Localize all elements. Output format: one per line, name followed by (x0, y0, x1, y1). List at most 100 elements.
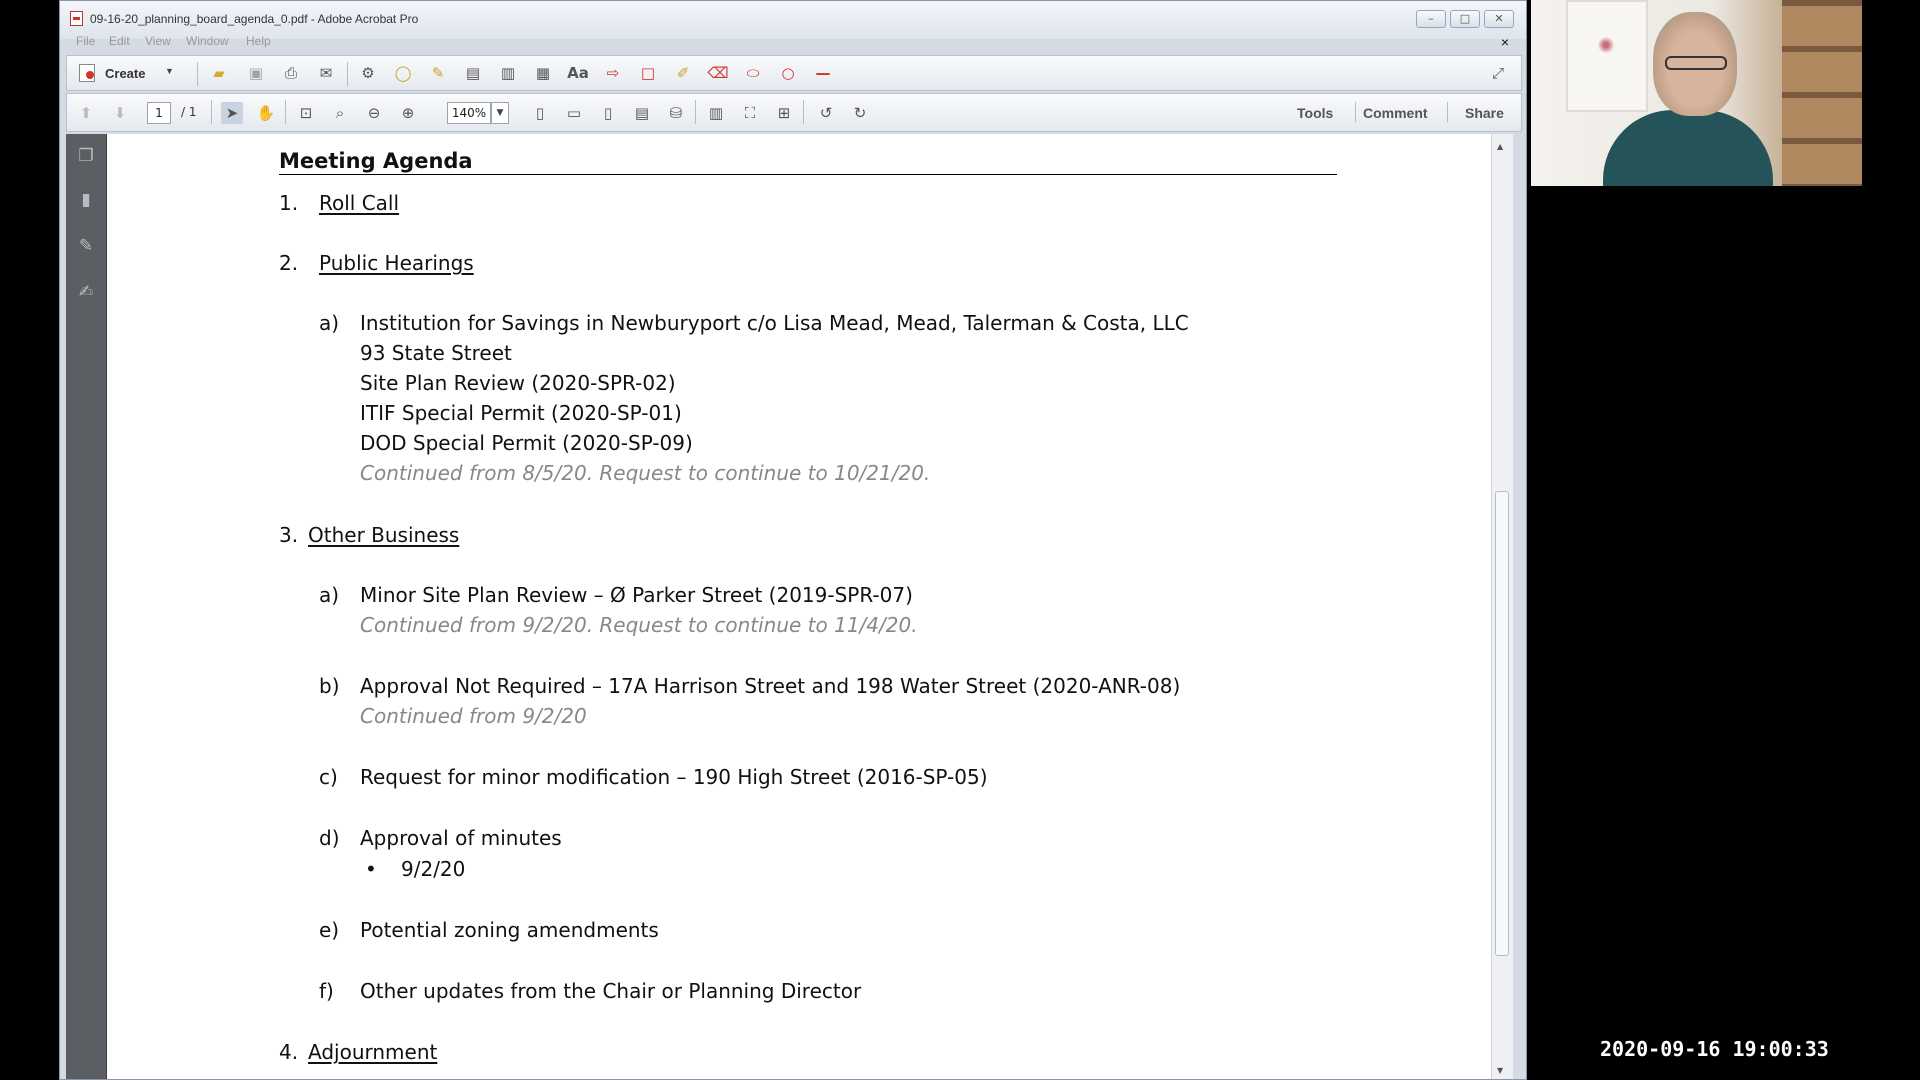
fit-page-icon[interactable]: ▭ (563, 102, 585, 124)
item-number: 2. (279, 251, 299, 275)
tools-link[interactable]: Tools (1297, 105, 1333, 121)
continuation-note: Continued from 8/5/20. Request to contin… (360, 461, 931, 485)
navigation-toolbar: ⬆ ⬇ 1 / 1 ➤ ✋ ⊡ ⌕ ⊖ ⊕ 140% ▼ ▯ ▭ ▯ ▤ ⛁ ▥… (66, 93, 1522, 132)
menu-help[interactable]: Help (246, 34, 271, 48)
create-label: Create (105, 66, 146, 81)
toolbar-divider (211, 100, 212, 124)
fit-width-icon[interactable]: ▯ (597, 102, 619, 124)
glasses (1665, 56, 1727, 70)
toolbar-divider (1447, 102, 1448, 122)
line-tool-icon[interactable]: — (812, 62, 834, 84)
stamp-icon[interactable]: ▥ (497, 62, 519, 84)
rotate-clockwise-icon[interactable]: ↻ (849, 102, 871, 124)
recording-timestamp: 2020-09-16 19:00:33 (1600, 1037, 1829, 1061)
hearing-line: Site Plan Review (2020-SPR-02) (360, 371, 676, 395)
highlight-icon[interactable]: ✎ (427, 62, 449, 84)
print-icon[interactable]: ⎙ (280, 62, 302, 84)
full-screen-icon[interactable]: ⛶ (739, 102, 761, 124)
page-heading: Meeting Agenda (279, 149, 473, 173)
circle-tool-icon[interactable]: ○ (777, 62, 799, 84)
scroll-down-icon[interactable]: ▼ (1497, 1066, 1503, 1075)
business-item: Potential zoning amendments (360, 918, 659, 942)
signatures-icon[interactable]: ✍ (76, 282, 96, 302)
text-edit-icon[interactable]: Aa (567, 62, 589, 84)
business-item: Minor Site Plan Review – Ø Parker Street… (360, 583, 913, 607)
page-total: / 1 (181, 105, 197, 119)
hand-tool-icon[interactable]: ✋ (255, 102, 277, 124)
item-title-other-business: Other Business (308, 523, 460, 547)
toolbar-divider (347, 62, 348, 86)
save-icon[interactable]: ▣ (245, 62, 267, 84)
settings-gear-icon[interactable]: ⚙ (357, 62, 379, 84)
zoom-level-input[interactable]: 140% (447, 102, 491, 124)
zoom-out-icon[interactable]: ⊖ (363, 102, 385, 124)
minimize-button[interactable]: – (1416, 10, 1446, 28)
next-page-icon[interactable]: ⬇ (109, 102, 131, 124)
continuation-note: Continued from 9/2/20 (360, 704, 587, 728)
person-shoulders (1603, 110, 1773, 186)
zoom-in-icon[interactable]: ⊕ (397, 102, 419, 124)
hearing-line: ITIF Special Permit (2020-SP-01) (360, 401, 682, 425)
page-thumbnails-icon[interactable]: ❐ (76, 146, 96, 166)
sub-item-letter: a) (319, 311, 340, 335)
webcam-video (1531, 0, 1862, 186)
two-page-icon[interactable]: ⊞ (773, 102, 795, 124)
menu-edit[interactable]: Edit (109, 34, 130, 48)
acrobat-window: 09-16-20_planning_board_agenda_0.pdf - A… (59, 0, 1527, 1080)
record-audio-icon[interactable]: ▦ (532, 62, 554, 84)
business-item: Approval Not Required – 17A Harrison Str… (360, 674, 1181, 698)
fit-visible-icon[interactable]: ▤ (631, 102, 653, 124)
hearing-line: 93 State Street (360, 341, 512, 365)
close-button[interactable]: ✕ (1484, 10, 1514, 28)
attach-file-icon[interactable]: ▤ (462, 62, 484, 84)
single-page-icon[interactable]: ▥ (705, 102, 727, 124)
maximize-button[interactable]: □ (1450, 10, 1480, 28)
email-icon[interactable]: ✉ (315, 62, 337, 84)
document-close-icon[interactable]: × (1501, 34, 1509, 50)
bullet-icon: • (365, 857, 377, 881)
rectangle-tool-icon[interactable]: □ (637, 62, 659, 84)
vertical-scrollbar[interactable]: ▲ ▼ (1491, 134, 1513, 1079)
create-button[interactable]: Create ▼ (75, 62, 179, 86)
read-mode-icon[interactable]: ⛁ (665, 102, 687, 124)
chevron-down-icon: ▼ (165, 66, 174, 76)
eraser-tool-icon[interactable]: ⌫ (707, 62, 729, 84)
menu-file[interactable]: File (76, 34, 95, 48)
item-title-adjournment: Adjournment (308, 1040, 438, 1064)
attachments-paperclip-icon[interactable]: ✎ (76, 236, 96, 256)
hearing-line: Institution for Savings in Newburyport c… (360, 311, 1189, 335)
select-cursor-icon[interactable]: ➤ (221, 102, 243, 124)
zoom-dropdown-chevron-icon[interactable]: ▼ (491, 102, 509, 124)
create-pdf-icon (79, 64, 95, 82)
toolbar-divider (197, 62, 198, 86)
open-folder-icon[interactable]: ▰ (208, 62, 230, 84)
item-title-public-hearings: Public Hearings (319, 251, 474, 275)
menu-window[interactable]: Window (186, 34, 229, 48)
continuation-note: Continued from 9/2/20. Request to contin… (360, 613, 918, 637)
arrow-tool-icon[interactable]: ⇨ (602, 62, 624, 84)
previous-page-icon[interactable]: ⬆ (75, 102, 97, 124)
pencil-tool-icon[interactable]: ✐ (672, 62, 694, 84)
marquee-zoom-icon[interactable]: ⊡ (295, 102, 317, 124)
scroll-up-icon[interactable]: ▲ (1497, 142, 1503, 151)
main-toolbar: Create ▼ ▰ ▣ ⎙ ✉ ⚙ ◯ ✎ ▤ ▥ ▦ Aa ⇨ □ ✐ ⌫ … (66, 55, 1522, 91)
business-item: Other updates from the Chair or Planning… (360, 979, 862, 1003)
sub-item-letter: c) (319, 765, 338, 789)
page-number-input[interactable]: 1 (147, 102, 171, 124)
bookmarks-icon[interactable]: ▮ (76, 190, 96, 210)
share-link[interactable]: Share (1465, 105, 1504, 121)
item-title-roll-call: Roll Call (319, 191, 400, 215)
expand-icon[interactable]: ⤢ (1487, 62, 1509, 84)
scrollbar-thumb[interactable] (1495, 491, 1509, 956)
comment-link[interactable]: Comment (1363, 105, 1428, 121)
sub-item-letter: a) (319, 583, 340, 607)
actual-size-icon[interactable]: ▯ (529, 102, 551, 124)
dynamic-zoom-icon[interactable]: ⌕ (329, 102, 351, 124)
sub-item-letter: d) (319, 826, 340, 850)
comment-bubble-icon[interactable]: ◯ (392, 62, 414, 84)
rotate-counterclockwise-icon[interactable]: ↺ (815, 102, 837, 124)
bookshelf (1782, 0, 1862, 186)
menu-view[interactable]: View (145, 34, 171, 48)
sub-item-letter: e) (319, 918, 340, 942)
oval-tool-icon[interactable]: ⬭ (742, 62, 764, 84)
